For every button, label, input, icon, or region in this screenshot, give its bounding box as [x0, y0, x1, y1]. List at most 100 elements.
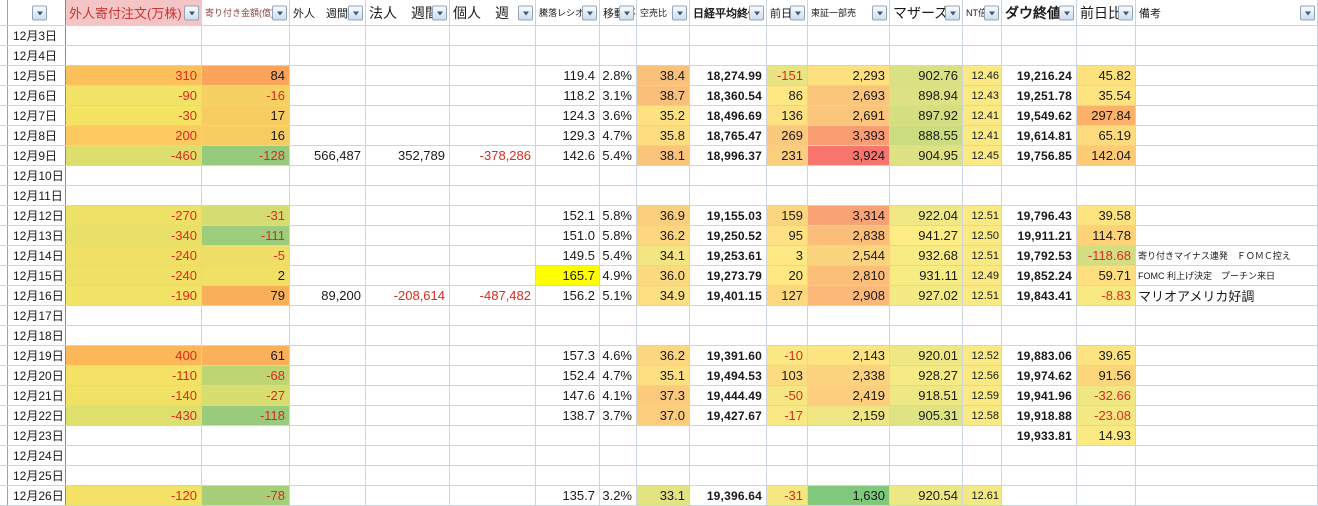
cell-tosho-1bu-volume[interactable]: 2,810 [808, 266, 890, 285]
cell-moving-avg[interactable]: 5.8% [600, 226, 637, 245]
cell-short-sell-ratio[interactable]: 36.2 [637, 226, 690, 245]
cell-dow-diff[interactable] [1077, 466, 1136, 485]
cell-gaijin-weekly[interactable] [290, 486, 366, 505]
cell-yoritsuke-amount[interactable]: 17 [202, 106, 290, 125]
cell-dow-diff[interactable]: -118.68 [1077, 246, 1136, 265]
cell-hojin-weekly[interactable] [366, 266, 450, 285]
cell-biko[interactable] [1136, 346, 1318, 365]
cell-gaijin-yoritsuke-order[interactable]: 310 [66, 66, 202, 85]
date-cell[interactable]: 12月16日 [8, 286, 66, 305]
cell-moving-avg[interactable]: 2.8% [600, 66, 637, 85]
cell-moving-avg[interactable] [600, 306, 637, 325]
cell-hojin-weekly[interactable] [366, 186, 450, 205]
cell-nikkei-diff[interactable]: 86 [767, 86, 808, 105]
cell-dow-close[interactable]: 19,216.24 [1002, 66, 1077, 85]
cell-nt-ratio[interactable]: 12.50 [963, 226, 1002, 245]
cell-nikkei-close[interactable]: 19,391.60 [690, 346, 767, 365]
cell-nikkei-diff[interactable]: 95 [767, 226, 808, 245]
cell-yoritsuke-amount[interactable] [202, 46, 290, 65]
cell-moving-avg[interactable]: 3.7% [600, 406, 637, 425]
cell-gaijin-yoritsuke-order[interactable]: -30 [66, 106, 202, 125]
cell-kojin-weekly[interactable] [450, 466, 536, 485]
cell-mothers[interactable]: 928.27 [890, 366, 963, 385]
cell-kojin-weekly[interactable] [450, 86, 536, 105]
cell-gaijin-yoritsuke-order[interactable]: -460 [66, 146, 202, 165]
cell-gaijin-yoritsuke-order[interactable] [66, 326, 202, 345]
filter-button-biko[interactable] [1300, 5, 1315, 20]
cell-mothers[interactable]: 931.11 [890, 266, 963, 285]
cell-nt-ratio[interactable] [963, 46, 1002, 65]
cell-biko[interactable] [1136, 326, 1318, 345]
cell-gaijin-weekly[interactable] [290, 426, 366, 445]
cell-dow-close[interactable]: 19,918.88 [1002, 406, 1077, 425]
cell-moving-avg[interactable]: 4.9% [600, 266, 637, 285]
cell-mothers[interactable]: 922.04 [890, 206, 963, 225]
cell-dow-close[interactable] [1002, 166, 1077, 185]
cell-hojin-weekly[interactable] [366, 446, 450, 465]
cell-gaijin-weekly[interactable] [290, 306, 366, 325]
cell-hojin-weekly[interactable] [366, 166, 450, 185]
cell-toraku-ratio[interactable] [536, 46, 600, 65]
filter-button-yoritsuke-amount[interactable] [272, 5, 287, 20]
cell-nikkei-close[interactable]: 19,401.15 [690, 286, 767, 305]
cell-yoritsuke-amount[interactable]: -5 [202, 246, 290, 265]
cell-dow-diff[interactable]: 114.78 [1077, 226, 1136, 245]
cell-nikkei-close[interactable]: 19,444.49 [690, 386, 767, 405]
cell-kojin-weekly[interactable] [450, 66, 536, 85]
cell-mothers[interactable]: 941.27 [890, 226, 963, 245]
cell-tosho-1bu-volume[interactable]: 3,393 [808, 126, 890, 145]
cell-dow-diff[interactable]: 59.71 [1077, 266, 1136, 285]
filter-button-moving-avg[interactable] [619, 5, 634, 20]
cell-gaijin-yoritsuke-order[interactable] [66, 306, 202, 325]
cell-yoritsuke-amount[interactable]: 16 [202, 126, 290, 145]
cell-kojin-weekly[interactable] [450, 426, 536, 445]
cell-nikkei-diff[interactable]: 269 [767, 126, 808, 145]
cell-dow-diff[interactable]: -32.66 [1077, 386, 1136, 405]
cell-tosho-1bu-volume[interactable] [808, 306, 890, 325]
cell-short-sell-ratio[interactable] [637, 46, 690, 65]
cell-yoritsuke-amount[interactable] [202, 446, 290, 465]
cell-toraku-ratio[interactable]: 149.5 [536, 246, 600, 265]
cell-nikkei-close[interactable]: 19,427.67 [690, 406, 767, 425]
cell-nikkei-close[interactable]: 18,496.69 [690, 106, 767, 125]
cell-dow-diff[interactable]: 65.19 [1077, 126, 1136, 145]
cell-biko[interactable] [1136, 446, 1318, 465]
cell-nikkei-diff[interactable]: 127 [767, 286, 808, 305]
date-cell[interactable]: 12月13日 [8, 226, 66, 245]
date-cell[interactable]: 12月11日 [8, 186, 66, 205]
date-cell[interactable]: 12月25日 [8, 466, 66, 485]
cell-toraku-ratio[interactable] [536, 26, 600, 45]
cell-tosho-1bu-volume[interactable]: 2,338 [808, 366, 890, 385]
cell-kojin-weekly[interactable] [450, 186, 536, 205]
cell-gaijin-weekly[interactable] [290, 66, 366, 85]
header-cell-date[interactable] [8, 0, 66, 25]
cell-nikkei-close[interactable] [690, 446, 767, 465]
cell-biko[interactable] [1136, 406, 1318, 425]
cell-nikkei-diff[interactable]: 103 [767, 366, 808, 385]
cell-kojin-weekly[interactable]: -378,286 [450, 146, 536, 165]
cell-mothers[interactable] [890, 46, 963, 65]
date-cell[interactable]: 12月20日 [8, 366, 66, 385]
cell-nt-ratio[interactable]: 12.46 [963, 66, 1002, 85]
cell-nt-ratio[interactable] [963, 166, 1002, 185]
cell-nt-ratio[interactable]: 12.51 [963, 206, 1002, 225]
cell-dow-diff[interactable]: -23.08 [1077, 406, 1136, 425]
cell-yoritsuke-amount[interactable]: 84 [202, 66, 290, 85]
cell-nikkei-diff[interactable]: 3 [767, 246, 808, 265]
cell-dow-close[interactable] [1002, 186, 1077, 205]
cell-dow-diff[interactable] [1077, 306, 1136, 325]
filter-button-short-sell-ratio[interactable] [672, 5, 687, 20]
cell-nt-ratio[interactable] [963, 466, 1002, 485]
cell-dow-diff[interactable] [1077, 26, 1136, 45]
cell-yoritsuke-amount[interactable] [202, 186, 290, 205]
cell-biko[interactable] [1136, 386, 1318, 405]
cell-dow-close[interactable]: 19,614.81 [1002, 126, 1077, 145]
cell-nikkei-diff[interactable]: -10 [767, 346, 808, 365]
cell-short-sell-ratio[interactable]: 36.9 [637, 206, 690, 225]
cell-hojin-weekly[interactable] [366, 486, 450, 505]
cell-biko[interactable] [1136, 86, 1318, 105]
cell-nikkei-close[interactable]: 19,273.79 [690, 266, 767, 285]
cell-toraku-ratio[interactable]: 118.2 [536, 86, 600, 105]
cell-dow-diff[interactable] [1077, 166, 1136, 185]
cell-mothers[interactable]: 898.94 [890, 86, 963, 105]
